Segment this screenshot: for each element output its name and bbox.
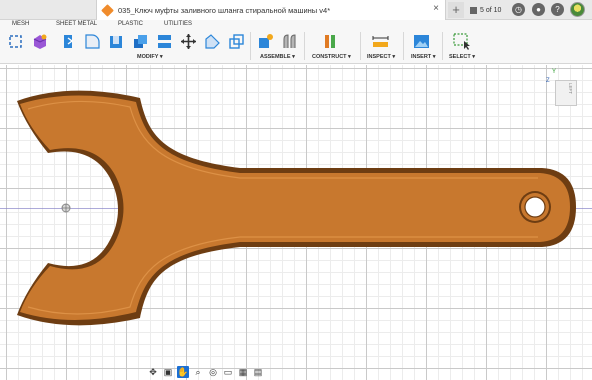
new-component-icon[interactable] xyxy=(257,33,274,50)
chamfer-icon[interactable] xyxy=(204,33,221,50)
display-mode-icon[interactable]: ▭ xyxy=(222,366,234,378)
orbit-icon[interactable]: ✥ xyxy=(147,366,159,378)
viewport-canvas[interactable]: Y Z LEFT xyxy=(0,65,592,380)
pan-hand-icon[interactable]: ✋ xyxy=(177,366,189,378)
inspect-menu[interactable]: INSPECT ▾ xyxy=(367,54,395,60)
document-cube-icon xyxy=(101,3,114,17)
divider xyxy=(442,32,443,60)
view-cube-y-axis: Y xyxy=(552,69,557,75)
construct-menu[interactable]: CONSTRUCT ▾ xyxy=(312,54,351,60)
zoom-icon[interactable]: ⌕ xyxy=(192,366,204,378)
combine-icon[interactable] xyxy=(132,33,149,50)
insert-image-icon[interactable] xyxy=(413,33,430,50)
fillet-icon[interactable] xyxy=(84,33,101,50)
document-title: 035_Ключ муфты заливного шланга стиральн… xyxy=(118,5,331,15)
split-body-icon[interactable] xyxy=(156,33,173,50)
tab-counter[interactable]: 5 of 10 xyxy=(470,3,501,17)
assemble-menu[interactable]: ASSEMBLE ▾ xyxy=(260,54,295,60)
divider xyxy=(403,32,404,60)
modify-menu[interactable]: MODIFY ▾ xyxy=(137,54,163,60)
insert-menu[interactable]: INSERT ▾ xyxy=(411,54,435,60)
divider xyxy=(304,32,305,60)
view-cube-face: LEFT xyxy=(568,82,574,95)
wrench-body[interactable] xyxy=(17,90,576,326)
help-icon[interactable]: ? xyxy=(551,3,564,16)
tab-mesh[interactable]: MESH xyxy=(12,21,29,27)
move-copy-icon[interactable] xyxy=(180,33,197,50)
select-icon[interactable] xyxy=(453,33,470,50)
viewports-icon[interactable]: ▤ xyxy=(252,366,264,378)
view-cube[interactable]: Y Z LEFT xyxy=(546,69,577,106)
wrench-model[interactable] xyxy=(0,65,592,380)
grid-icon[interactable]: ▦ xyxy=(237,366,249,378)
clock-icon[interactable]: ◷ xyxy=(512,3,525,16)
shell-icon[interactable] xyxy=(108,33,125,50)
divider xyxy=(360,32,361,60)
title-bar: 035_Ключ муфты заливного шланга стиральн… xyxy=(0,0,592,20)
notifications-icon[interactable]: ● xyxy=(532,3,545,16)
origin-marker[interactable] xyxy=(61,203,71,213)
joint-icon[interactable] xyxy=(281,33,298,50)
select-menu[interactable]: SELECT ▾ xyxy=(449,54,475,60)
tabs-icon xyxy=(470,6,477,14)
measure-icon[interactable] xyxy=(372,33,389,50)
view-cube-z-axis: Z xyxy=(546,78,550,84)
document-tab[interactable]: 035_Ключ муфты заливного шланга стиральн… xyxy=(96,0,446,20)
avatar[interactable] xyxy=(570,2,585,17)
hang-hole xyxy=(519,191,551,223)
tab-sheet-metal[interactable]: SHEET METAL xyxy=(56,21,97,27)
create-form-icon[interactable] xyxy=(31,33,48,50)
tab-utilities[interactable]: UTILITIES xyxy=(164,21,192,27)
navigation-bar: ✥ ▣ ✋ ⌕ ◎ ▭ ▦ ▤ xyxy=(147,365,281,379)
toolbar-ribbon: MESH SHEET METAL PLASTIC UTILITIES MODIF… xyxy=(0,20,592,64)
offset-plane-icon[interactable] xyxy=(322,33,339,50)
tab-plastic[interactable]: PLASTIC xyxy=(118,21,143,27)
sketch-edit-icon[interactable] xyxy=(7,33,24,50)
press-pull-icon[interactable] xyxy=(60,33,77,50)
scale-icon[interactable] xyxy=(228,33,245,50)
divider xyxy=(250,32,251,60)
zoom-window-icon[interactable]: ◎ xyxy=(207,366,219,378)
tab-counter-label: 5 of 10 xyxy=(480,6,502,14)
close-tab-icon[interactable]: × xyxy=(433,4,439,14)
camera-icon[interactable]: ▣ xyxy=(162,366,174,378)
new-tab-button[interactable]: + xyxy=(448,2,464,18)
